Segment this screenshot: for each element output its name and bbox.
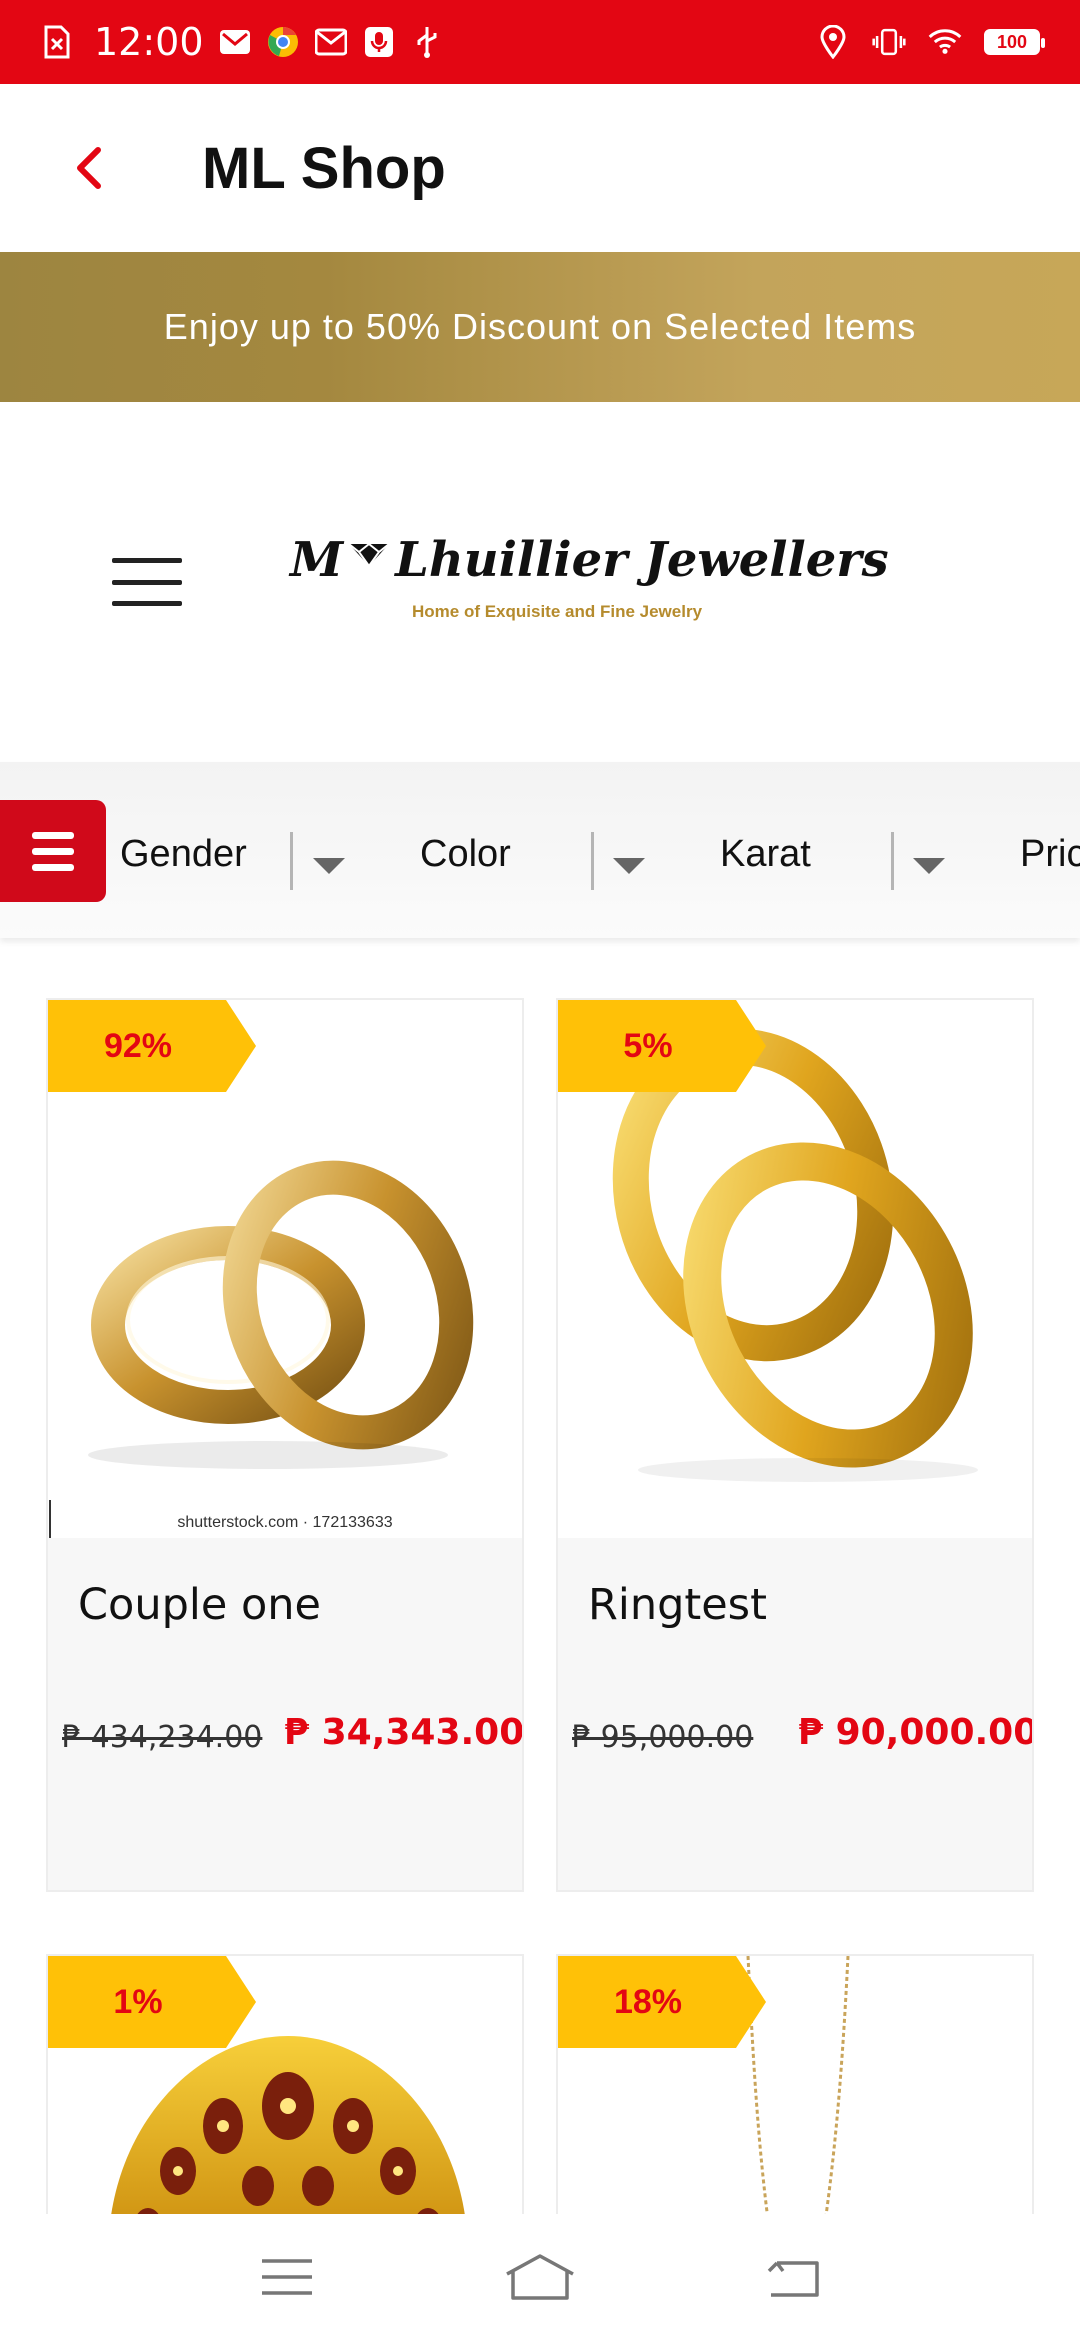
discount-badge: 92% bbox=[48, 1000, 258, 1092]
usb-icon bbox=[410, 25, 444, 59]
filter-price[interactable]: Pric bbox=[1020, 824, 1080, 884]
status-bar: 12:00 100 bbox=[0, 0, 1080, 84]
original-price: ₱ 95,000.00 bbox=[572, 1720, 754, 1755]
gmail-icon bbox=[314, 25, 348, 59]
vibrate-icon bbox=[872, 25, 906, 59]
product-name: Couple one bbox=[78, 1580, 321, 1630]
menu-icon-line bbox=[32, 847, 74, 855]
menu-button[interactable] bbox=[112, 552, 182, 612]
filter-bar: Gender Color Karat Pric bbox=[0, 762, 1080, 938]
app-bar: ML Shop bbox=[0, 84, 1080, 252]
product-image[interactable]: shutterstock.com · 172133633 92% bbox=[48, 1000, 522, 1538]
product-card[interactable]: 1% bbox=[46, 1954, 524, 2254]
menu-icon-line bbox=[32, 831, 74, 839]
filter-color[interactable]: Color bbox=[420, 824, 511, 884]
filter-karat[interactable]: Karat bbox=[720, 824, 811, 884]
filter-divider bbox=[591, 832, 594, 890]
sale-price: ₱ 34,343.00 bbox=[284, 1712, 524, 1753]
back-button[interactable] bbox=[44, 123, 134, 213]
home-icon bbox=[506, 2254, 574, 2300]
logo-wordmark: M Lhuillier Jewellers bbox=[290, 532, 889, 588]
menu-icon-line bbox=[112, 579, 182, 585]
home-button[interactable] bbox=[500, 2242, 580, 2312]
battery-icon: 100 bbox=[984, 29, 1045, 55]
system-nav-bar bbox=[0, 2214, 1080, 2340]
menu-lines-icon bbox=[261, 2259, 312, 2295]
mail-icon bbox=[218, 25, 252, 59]
sim-alert-icon bbox=[40, 25, 74, 59]
filter-label: Karat bbox=[720, 832, 811, 875]
promo-banner[interactable]: Enjoy up to 50% Discount on Selected Ite… bbox=[0, 252, 1080, 402]
discount-badge: 1% bbox=[48, 1956, 258, 2048]
page-title: ML Shop bbox=[202, 135, 446, 201]
filter-menu-button[interactable] bbox=[0, 800, 106, 902]
sale-price: ₱ 90,000.00 bbox=[798, 1712, 1034, 1753]
dropdown-caret-icon[interactable] bbox=[313, 858, 345, 874]
menu-icon-line bbox=[112, 558, 182, 563]
image-watermark: shutterstock.com · 172133633 bbox=[177, 1514, 393, 1531]
filter-label: Color bbox=[420, 832, 511, 875]
wifi-icon bbox=[928, 25, 962, 59]
original-price: ₱ 434,234.00 bbox=[62, 1720, 263, 1755]
back-arrow-icon bbox=[768, 2261, 820, 2297]
chrome-icon bbox=[266, 25, 300, 59]
filter-divider bbox=[891, 832, 894, 890]
discount-badge: 18% bbox=[558, 1956, 768, 2048]
product-card[interactable]: shutterstock.com · 172133633 92% Couple … bbox=[46, 998, 524, 1892]
discount-text: 18% bbox=[613, 1982, 683, 2021]
filter-label: Pric bbox=[1020, 832, 1080, 875]
discount-text: 1% bbox=[113, 1982, 163, 2021]
diamond-icon bbox=[348, 542, 390, 568]
recent-apps-button[interactable] bbox=[247, 2242, 327, 2312]
chevron-left-icon bbox=[77, 147, 101, 189]
filter-label: Gender bbox=[120, 832, 247, 875]
status-time: 12:00 bbox=[94, 20, 204, 64]
back-nav-button[interactable] bbox=[753, 2242, 833, 2312]
menu-icon-line bbox=[32, 863, 74, 871]
menu-icon-line bbox=[112, 601, 182, 606]
product-image[interactable]: 1% bbox=[48, 1956, 522, 2252]
location-icon bbox=[816, 25, 850, 59]
discount-badge: 5% bbox=[558, 1000, 768, 1092]
discount-text: 92% bbox=[103, 1026, 173, 1065]
dropdown-caret-icon[interactable] bbox=[613, 858, 645, 874]
dropdown-caret-icon[interactable] bbox=[913, 858, 945, 874]
brand-header: M Lhuillier Jewellers Home of Exquisite a… bbox=[0, 402, 1080, 762]
product-name: Ringtest bbox=[588, 1580, 767, 1630]
brand-logo[interactable]: M Lhuillier Jewellers Home of Exquisite a… bbox=[290, 532, 889, 632]
promo-text: Enjoy up to 50% Discount on Selected Ite… bbox=[163, 306, 917, 347]
filter-divider bbox=[290, 832, 293, 890]
product-image[interactable]: 5% bbox=[558, 1000, 1032, 1538]
filter-gender[interactable]: Gender bbox=[120, 824, 247, 884]
mic-icon bbox=[362, 25, 396, 59]
product-card[interactable]: 5% Ringtest ₱ 95,000.00 ₱ 90,000.00 bbox=[556, 998, 1034, 1892]
product-image[interactable]: 18% bbox=[558, 1956, 1032, 2252]
product-card[interactable]: 18% bbox=[556, 1954, 1034, 2254]
logo-tagline: Home of Exquisite and Fine Jewelry bbox=[412, 602, 703, 621]
discount-text: 5% bbox=[623, 1026, 673, 1065]
